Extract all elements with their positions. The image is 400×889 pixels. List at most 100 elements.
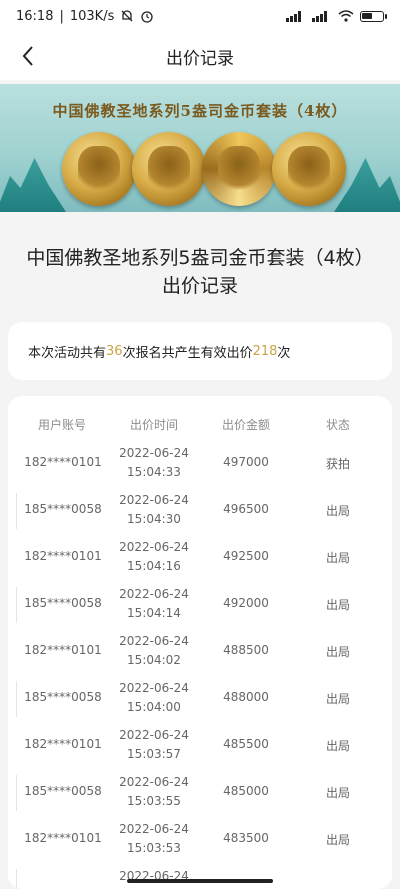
- table-row: 182****0101 2022-06-24 15:03:53 483500 出局: [8, 816, 392, 863]
- cell-status: 出局: [325, 598, 350, 612]
- bid-time: 15:04:33: [127, 465, 181, 479]
- nav-title: 出价记录: [166, 48, 234, 69]
- bid-date: 2022-06-24: [119, 634, 189, 648]
- summary-card: 本次活动共有 36 次报名共产生有效出价 218 次: [8, 322, 392, 380]
- table-row: 182****0101 2022-06-24 15:04:16 492500 出局: [8, 534, 392, 581]
- cell-user: 185****0058: [24, 784, 102, 798]
- battery-icon: [360, 10, 387, 22]
- cell-user: 182****0101: [24, 831, 102, 845]
- row-divider: [16, 869, 17, 889]
- records-table: 用户账号 出价时间 出价金额 状态 182****0101 2022-06-24…: [8, 396, 392, 889]
- battery-fill: [362, 12, 372, 19]
- cell-amount: 488000: [223, 690, 269, 704]
- table-row: 2022-06-24: [8, 863, 392, 889]
- table-row: 185****0058 2022-06-24 15:04:30 496500 出局: [8, 487, 392, 534]
- status-separator: |: [59, 8, 64, 24]
- status-right: [286, 10, 387, 22]
- cell-time: 2022-06-24 15:03:53: [104, 820, 204, 858]
- back-button[interactable]: [12, 40, 44, 72]
- bid-date: 2022-06-24: [119, 822, 189, 836]
- page-title-line2: 出价记录: [161, 275, 238, 297]
- cell-status: 获拍: [325, 457, 350, 471]
- cell-time: 2022-06-24: [104, 867, 204, 886]
- banner-title: 中国佛教圣地系列5盎司金币套装（4枚）: [52, 102, 348, 120]
- cell-time: 2022-06-24 15:04:02: [104, 632, 204, 670]
- cell-user: 185****0058: [24, 502, 102, 516]
- coin-image: [272, 132, 346, 206]
- bid-date: 2022-06-24: [119, 728, 189, 742]
- cell-amount: 485500: [223, 737, 269, 751]
- signup-count: 36: [106, 343, 123, 359]
- cell-amount: 496500: [223, 502, 269, 516]
- summary-prefix: 本次活动共有: [28, 345, 107, 361]
- bid-time: 15:04:30: [127, 512, 181, 526]
- cell-amount: 483500: [223, 831, 269, 845]
- cell-amount: 497000: [223, 455, 269, 469]
- bid-date: 2022-06-24: [119, 446, 189, 460]
- cell-status: 出局: [325, 833, 350, 847]
- cell-amount: 488500: [223, 643, 269, 657]
- cell-amount: 485000: [223, 784, 269, 798]
- bid-date: 2022-06-24: [119, 681, 189, 695]
- cell-time: 2022-06-24 15:04:30: [104, 491, 204, 529]
- cell-user: 185****0058: [24, 596, 102, 610]
- cell-user: 185****0058: [24, 690, 102, 704]
- bid-time: 15:03:57: [127, 747, 181, 761]
- status-time: 16:18: [16, 8, 54, 24]
- cell-status: 出局: [325, 645, 350, 659]
- bid-date: 2022-06-24: [119, 587, 189, 601]
- cell-user: 182****0101: [24, 643, 102, 657]
- bid-date: 2022-06-24: [119, 869, 189, 883]
- cell-status: 出局: [325, 692, 350, 706]
- cell-status: 出局: [325, 786, 350, 800]
- table-row: 182****0101 2022-06-24 15:04:33 497000 获拍: [8, 440, 392, 487]
- summary-suffix: 次: [277, 345, 291, 361]
- signal-icon: [286, 11, 301, 22]
- coin-image: [62, 132, 136, 206]
- table-row: 182****0101 2022-06-24 15:03:57 485500 出局: [8, 722, 392, 769]
- header-amount: 出价金额: [221, 418, 270, 432]
- bell-off-icon: [121, 10, 133, 22]
- wifi-icon: [338, 10, 354, 22]
- nav-bar: 出价记录: [0, 32, 400, 80]
- bid-date: 2022-06-24: [119, 493, 189, 507]
- page-title-line1: 中国佛教圣地系列5盎司金币套装（4枚）: [26, 247, 374, 269]
- bid-time: 15:03:53: [127, 841, 181, 855]
- product-banner: 中国佛教圣地系列5盎司金币套装（4枚）: [0, 84, 400, 212]
- mountain-decoration: [0, 158, 66, 212]
- chevron-left-icon: [22, 46, 33, 66]
- cell-amount: 492000: [223, 596, 269, 610]
- bid-time: 15:04:02: [127, 653, 181, 667]
- header-time: 出价时间: [129, 418, 178, 432]
- bid-time: 15:04:16: [127, 559, 181, 573]
- table-row: 185****0058 2022-06-24 15:03:55 485000 出局: [8, 769, 392, 816]
- coin-image: [202, 132, 276, 206]
- summary-middle: 次报名共产生有效出价: [122, 345, 253, 361]
- network-speed: 103K/s: [69, 8, 115, 24]
- bid-date: 2022-06-24: [119, 540, 189, 554]
- status-left: 16:18 | 103K/s: [16, 9, 154, 24]
- cell-user: 182****0101: [24, 549, 102, 563]
- header-status: 状态: [325, 418, 350, 432]
- alarm-icon: [141, 11, 154, 23]
- page-title: 中国佛教圣地系列5盎司金币套装（4枚） 出价记录: [0, 244, 400, 300]
- table-row: 182****0101 2022-06-24 15:04:02 488500 出局: [8, 628, 392, 675]
- cell-time: 2022-06-24 15:03:57: [104, 726, 204, 764]
- status-bar: 16:18 | 103K/s: [0, 0, 400, 32]
- bid-count: 218: [252, 343, 278, 359]
- bid-time: 15:03:55: [127, 794, 181, 808]
- cell-status: 出局: [325, 739, 350, 753]
- cell-user: 182****0101: [24, 455, 102, 469]
- cell-time: 2022-06-24 15:03:55: [104, 773, 204, 811]
- cell-time: 2022-06-24 15:04:14: [104, 585, 204, 623]
- cell-user: 182****0101: [24, 737, 102, 751]
- signal-icon: [312, 11, 327, 22]
- header-user: 用户账号: [37, 418, 86, 432]
- cell-time: 2022-06-24 15:04:16: [104, 538, 204, 576]
- table-row: 185****0058 2022-06-24 15:04:14 492000 出局: [8, 581, 392, 628]
- home-indicator[interactable]: [127, 879, 273, 883]
- cell-status: 出局: [325, 504, 350, 518]
- cell-amount: 492500: [223, 549, 269, 563]
- coin-image: [132, 132, 206, 206]
- bid-time: 15:04:00: [127, 700, 181, 714]
